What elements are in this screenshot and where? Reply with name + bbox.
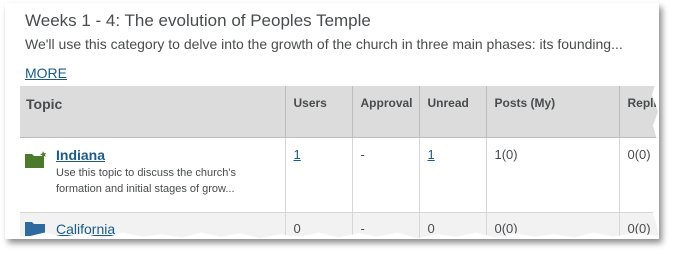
- table-row: Indiana Use this topic to discuss the ch…: [20, 137, 659, 213]
- topic-description: Use this topic to discuss the church's f…: [56, 166, 237, 195]
- category-title: Weeks 1 - 4: The evolution of Peoples Te…: [25, 11, 371, 30]
- screenshot-frame: Weeks 1 - 4: The evolution of Peoples Te…: [5, 3, 659, 239]
- table-header-row: Topic Users Approval Unread Posts (My) R…: [20, 86, 659, 138]
- users-count-link[interactable]: 1: [294, 147, 301, 162]
- posts-cell: 1(0): [486, 137, 620, 213]
- topic-cell: Indiana Use this topic to discuss the ch…: [20, 137, 286, 213]
- users-cell: 1: [285, 137, 353, 213]
- category-description: We'll use this category to delve into th…: [25, 36, 623, 52]
- topics-table: Topic Users Approval Unread Posts (My) R…: [20, 86, 659, 239]
- column-header-topic[interactable]: Topic: [20, 86, 286, 138]
- topic-link-indiana[interactable]: Indiana: [56, 147, 285, 163]
- column-header-approval[interactable]: Approval: [352, 86, 420, 138]
- column-header-users[interactable]: Users: [285, 86, 353, 138]
- replies-cell: 0(0): [619, 137, 659, 213]
- column-header-unread[interactable]: Unread: [419, 86, 487, 138]
- approval-cell: -: [352, 137, 420, 213]
- unread-count-link[interactable]: 1: [428, 147, 435, 162]
- folder-new-icon: [25, 150, 47, 168]
- more-link[interactable]: MORE: [25, 65, 67, 81]
- unread-cell: 1: [419, 137, 487, 213]
- column-header-posts[interactable]: Posts (My): [486, 86, 620, 138]
